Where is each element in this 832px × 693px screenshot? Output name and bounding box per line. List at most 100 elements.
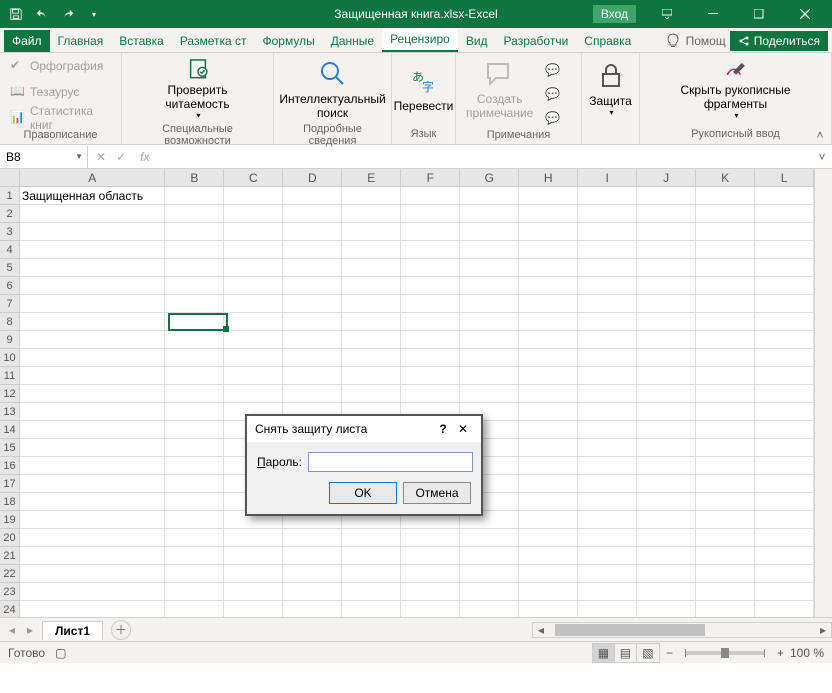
sheet-tab[interactable]: Лист1 [42,621,103,640]
cell[interactable] [401,529,460,547]
cell[interactable] [20,313,165,331]
cell[interactable] [755,385,814,403]
name-box-input[interactable] [6,150,66,164]
col-header[interactable]: G [460,169,519,187]
cell[interactable] [20,385,165,403]
cell[interactable] [696,295,755,313]
cell[interactable] [401,259,460,277]
cell[interactable] [696,511,755,529]
cell[interactable] [165,601,224,617]
close-button[interactable] [782,0,828,28]
cell[interactable] [165,295,224,313]
cell[interactable] [696,439,755,457]
cell[interactable] [165,547,224,565]
cell[interactable] [460,529,519,547]
cell[interactable] [224,259,283,277]
cell[interactable] [165,349,224,367]
cell[interactable] [224,547,283,565]
cell[interactable] [165,457,224,475]
cell[interactable] [165,583,224,601]
view-page-layout-icon[interactable]: ▤ [615,644,637,662]
cell[interactable] [342,295,401,313]
check-accessibility-button[interactable]: Проверить читаемость▾ [161,55,233,123]
ok-button[interactable]: OK [329,482,397,504]
row-header[interactable]: 6 [0,277,20,295]
cell[interactable] [519,547,578,565]
cell[interactable] [637,367,696,385]
col-header[interactable]: B [165,169,224,187]
cell[interactable] [637,313,696,331]
cell[interactable] [519,511,578,529]
cell[interactable] [224,367,283,385]
cell[interactable] [460,601,519,617]
cell[interactable] [165,385,224,403]
name-box-dropdown[interactable]: ▼ [75,152,83,161]
cell[interactable] [283,187,342,205]
tab-developer[interactable]: Разработчи [496,30,577,52]
cell[interactable] [20,295,165,313]
cell[interactable] [165,511,224,529]
cell[interactable] [755,583,814,601]
cell[interactable] [20,511,165,529]
cell[interactable] [460,187,519,205]
cell[interactable] [342,205,401,223]
cell[interactable] [401,367,460,385]
save-icon[interactable] [4,2,28,26]
cell[interactable] [755,295,814,313]
view-normal-icon[interactable]: ▦ [593,644,615,662]
sheet-prev-icon[interactable]: ◂ [4,623,20,637]
dialog-close-icon[interactable]: ✕ [453,422,473,436]
cell[interactable] [637,331,696,349]
cell[interactable] [637,295,696,313]
tab-view[interactable]: Вид [458,30,496,52]
col-header[interactable]: C [224,169,283,187]
cell[interactable] [578,511,637,529]
cell[interactable] [578,583,637,601]
cell[interactable] [696,259,755,277]
cell[interactable] [696,223,755,241]
cell[interactable] [20,367,165,385]
cell[interactable] [460,241,519,259]
share-button[interactable]: Поделиться [730,31,828,51]
cell[interactable] [460,583,519,601]
cell[interactable] [578,601,637,617]
cell[interactable] [755,457,814,475]
row-header[interactable]: 24 [0,601,20,617]
cell[interactable] [637,475,696,493]
cell[interactable] [637,259,696,277]
cell[interactable] [224,529,283,547]
cell[interactable] [637,205,696,223]
cell[interactable] [165,565,224,583]
cell[interactable] [224,313,283,331]
cell[interactable] [342,385,401,403]
col-header[interactable]: A [20,169,165,187]
cell[interactable] [578,457,637,475]
scroll-thumb[interactable] [555,624,705,636]
cell[interactable] [20,349,165,367]
row-header[interactable]: 16 [0,457,20,475]
row-header[interactable]: 7 [0,295,20,313]
cell[interactable] [20,565,165,583]
cell[interactable] [519,385,578,403]
cell[interactable] [696,457,755,475]
cell[interactable] [578,493,637,511]
cell[interactable] [755,223,814,241]
row-header[interactable]: 4 [0,241,20,259]
cell[interactable] [637,403,696,421]
cell[interactable] [224,205,283,223]
tab-review[interactable]: Рецензиро [382,28,458,52]
col-header[interactable]: D [283,169,342,187]
cell[interactable] [755,529,814,547]
cell[interactable] [696,277,755,295]
hide-ink-button[interactable]: Скрыть рукописные фрагменты▾ [676,55,794,123]
password-input[interactable] [308,452,473,472]
cell[interactable] [637,439,696,457]
zoom-in-icon[interactable]: + [777,646,784,660]
tab-home[interactable]: Главная [50,30,112,52]
cell[interactable] [342,583,401,601]
cell[interactable] [519,367,578,385]
zoom-level[interactable]: 100 % [790,646,824,660]
cell[interactable] [342,331,401,349]
cell[interactable] [637,529,696,547]
cell[interactable] [755,331,814,349]
